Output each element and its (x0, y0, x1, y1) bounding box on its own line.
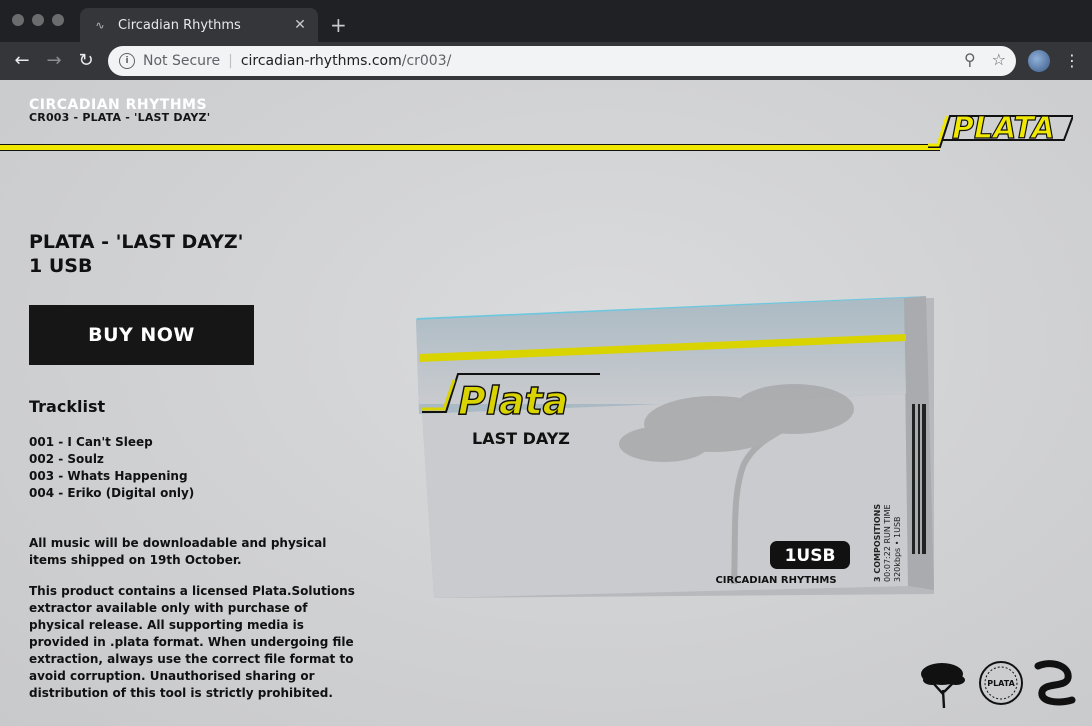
tab-title: Circadian Rhythms (118, 17, 241, 33)
browser-tab[interactable]: ∿ Circadian Rhythms ✕ (80, 8, 318, 42)
reload-icon[interactable]: ↻ (75, 50, 97, 72)
site-info-icon[interactable]: i (119, 53, 135, 69)
security-label: Not Secure (143, 53, 221, 69)
plata-logo-text: PLATA (952, 111, 1055, 146)
forward-arrow-icon[interactable]: → (43, 50, 65, 72)
site-favicon-icon: ∿ (95, 18, 105, 32)
track-item: 004 - Eriko (Digital only) (29, 486, 195, 500)
box-side-barcode-icon (912, 404, 926, 554)
page-content: CIRCADIAN RHYTHMS CR003 - PLATA - 'LAST … (0, 80, 1092, 726)
seal-text: PLATA (987, 679, 1015, 688)
box-side-line1: 3 COMPOSITIONS (873, 504, 882, 582)
box-label: CIRCADIAN RHYTHMS (715, 575, 836, 586)
new-tab-button[interactable]: + (330, 13, 347, 37)
browser-toolbar: ← → ↻ i Not Secure | circadian-rhythms.c… (0, 42, 1092, 80)
window-controls (12, 14, 64, 26)
tracklist: 001 - I Can't Sleep 002 - Soulz 003 - Wh… (29, 434, 194, 502)
product-title-line2: 1 USB (29, 255, 93, 277)
box-subtitle: LAST DAYZ (472, 429, 570, 448)
license-note: This product contains a licensed Plata.S… (29, 584, 355, 700)
box-side-line3: 320kbps • 1USB (893, 516, 902, 582)
plata-logo[interactable]: PLATA (928, 108, 1073, 152)
tracklist-heading: Tracklist (29, 397, 106, 416)
product-box-image: Plata LAST DAYZ 1USB CIRCADIAN RHYTHMS 3… (416, 296, 934, 598)
minimize-window-button[interactable] (32, 14, 44, 26)
product-title: PLATA - 'LAST DAYZ' 1 USB (29, 230, 243, 278)
circadian-rhythms-logo-icon[interactable] (1032, 660, 1076, 706)
url-path: /cr003/ (401, 53, 452, 69)
address-bar[interactable]: i Not Secure | circadian-rhythms.com/cr0… (108, 46, 1016, 76)
tree-logo-icon[interactable] (920, 660, 968, 710)
maximize-window-button[interactable] (52, 14, 64, 26)
track-item: 002 - Soulz (29, 452, 104, 466)
browser-chrome: ∿ Circadian Rhythms ✕ + ← → ↻ i Not Secu… (0, 0, 1092, 80)
box-badge: 1USB (785, 546, 836, 566)
close-window-button[interactable] (12, 14, 24, 26)
close-tab-icon[interactable]: ✕ (290, 17, 310, 33)
shipping-note: All music will be downloadable and physi… (29, 536, 327, 567)
track-item: 001 - I Can't Sleep (29, 435, 153, 449)
track-item: 003 - Whats Happening (29, 469, 188, 483)
buy-now-button[interactable]: BUY NOW (29, 305, 254, 365)
profile-avatar[interactable] (1028, 50, 1050, 72)
box-logo: Plata (458, 379, 568, 423)
plata-seal-logo[interactable]: PLATA (978, 660, 1024, 706)
release-subtitle: CR003 - PLATA - 'LAST DAYZ' (29, 111, 211, 124)
zoom-icon[interactable]: ⚲ (964, 50, 976, 69)
product-title-line1: PLATA - 'LAST DAYZ' (29, 231, 244, 253)
address-separator: | (228, 53, 233, 69)
box-side-line2: 00:07:22 RUN TIME (883, 504, 892, 582)
browser-menu-icon[interactable]: ⋮ (1064, 50, 1080, 72)
header-yellow-line (0, 144, 940, 151)
url-host: circadian-rhythms.com (240, 53, 402, 69)
back-arrow-icon[interactable]: ← (11, 50, 33, 72)
bookmark-star-icon[interactable]: ☆ (992, 50, 1006, 69)
